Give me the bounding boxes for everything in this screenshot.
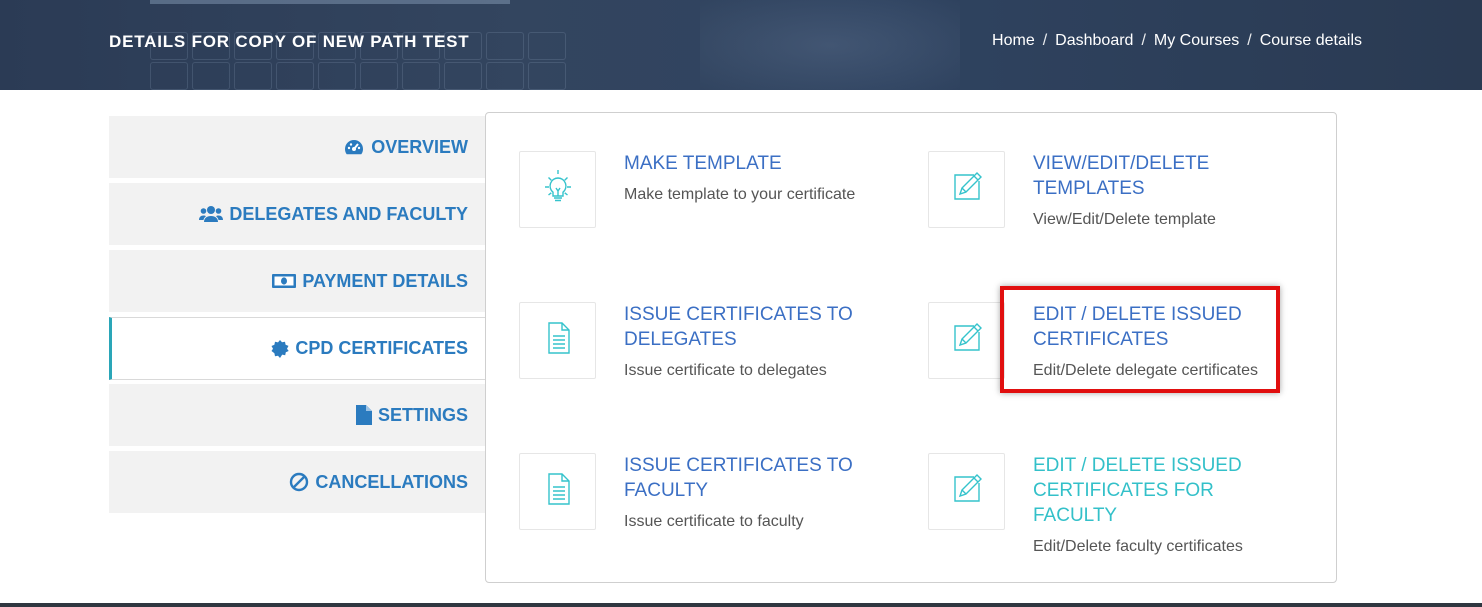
edit-pencil-icon — [947, 167, 987, 212]
tile-icon-box — [519, 302, 596, 379]
breadcrumb-separator: / — [1247, 32, 1252, 49]
page-title: DETAILS FOR COPY OF NEW PATH TEST — [109, 32, 470, 51]
breadcrumb-separator: / — [1141, 32, 1146, 49]
certificates-panel: MAKE TEMPLATE Make template to your cert… — [485, 112, 1337, 583]
sidebar-item-label: OVERVIEW — [371, 136, 468, 157]
tile-title[interactable]: MAKE TEMPLATE — [624, 151, 855, 176]
tile-description: View/Edit/Delete template — [1033, 211, 1216, 228]
tile-icon-box — [928, 302, 1005, 379]
money-bill-icon — [272, 273, 297, 289]
tile-title[interactable]: ISSUE CERTIFICATES TO DELEGATES — [624, 302, 874, 352]
sidebar-item-delegates-and-faculty[interactable]: DELEGATES AND FACULTY — [109, 183, 486, 245]
sidebar-item-label: CANCELLATIONS — [315, 471, 468, 492]
sidebar-item-label: PAYMENT DETAILS — [302, 270, 468, 291]
breadcrumb-course-details: Course details — [1259, 32, 1362, 49]
sidebar-item-label: DELEGATES AND FACULTY — [229, 203, 468, 224]
edit-delete-faculty-certificates-tile[interactable]: EDIT / DELETE ISSUED CERTIFICATES FOR FA… — [928, 453, 1293, 556]
course-sidebar-nav: OVERVIEW DELEGATES AND FACULTY PAYMENT D… — [109, 116, 486, 518]
file-icon — [355, 405, 372, 425]
tile-description: Edit/Delete delegate certificates — [1033, 362, 1259, 379]
breadcrumb-separator: / — [1042, 32, 1048, 49]
view-edit-delete-templates-tile[interactable]: VIEW/EDIT/DELETE TEMPLATES View/Edit/Del… — [928, 151, 1293, 229]
tile-description: Make template to your certificate — [624, 186, 856, 203]
sidebar-item-payment-details[interactable]: PAYMENT DETAILS — [109, 250, 486, 312]
sidebar-item-label: SETTINGS — [377, 404, 468, 425]
document-icon — [538, 469, 578, 514]
tile-description: Edit/Delete faculty certificates — [1033, 538, 1243, 555]
edit-pencil-icon — [947, 318, 987, 363]
edit-delete-issued-certificates-tile[interactable]: EDIT / DELETE ISSUED CERTIFICATES Edit/D… — [928, 302, 1273, 380]
sidebar-item-settings[interactable]: SETTINGS — [109, 384, 486, 446]
document-icon — [538, 318, 578, 363]
page-header-banner: DETAILS FOR COPY OF NEW PATH TEST Home /… — [0, 0, 1482, 90]
ban-icon — [289, 472, 309, 492]
sidebar-item-cpd-certificates[interactable]: CPD CERTIFICATES — [109, 317, 486, 380]
sidebar-item-cancellations[interactable]: CANCELLATIONS — [109, 451, 486, 513]
dashboard-gauge-icon — [343, 138, 365, 156]
edit-pencil-icon — [947, 469, 987, 514]
breadcrumb-home-link[interactable]: Home — [992, 32, 1035, 50]
lightbulb-icon — [538, 167, 578, 212]
breadcrumb-dashboard-link[interactable]: Dashboard — [1055, 32, 1133, 50]
header-glow — [700, 0, 960, 90]
tile-title[interactable]: VIEW/EDIT/DELETE TEMPLATES — [1033, 151, 1293, 201]
breadcrumb-my-courses-link[interactable]: My Courses — [1154, 32, 1239, 50]
tile-icon-box — [519, 151, 596, 228]
tile-description: Issue certificate to delegates — [624, 362, 827, 379]
tile-title[interactable]: ISSUE CERTIFICATES TO FACULTY — [624, 453, 874, 503]
issue-certificates-delegates-tile[interactable]: ISSUE CERTIFICATES TO DELEGATES Issue ce… — [519, 302, 874, 380]
issue-certificates-faculty-tile[interactable]: ISSUE CERTIFICATES TO FACULTY Issue cert… — [519, 453, 874, 531]
tile-title[interactable]: EDIT / DELETE ISSUED CERTIFICATES FOR FA… — [1033, 453, 1293, 528]
tile-title[interactable]: EDIT / DELETE ISSUED CERTIFICATES — [1033, 302, 1273, 352]
sidebar-item-label: CPD CERTIFICATES — [295, 338, 468, 358]
users-icon — [199, 205, 224, 223]
make-template-tile[interactable]: MAKE TEMPLATE Make template to your cert… — [519, 151, 855, 228]
sidebar-item-overview[interactable]: OVERVIEW — [109, 116, 486, 178]
breadcrumb: Home / Dashboard / My Courses / Course d… — [992, 32, 1362, 50]
tile-icon-box — [928, 453, 1005, 530]
tile-description: Issue certificate to faculty — [624, 513, 804, 530]
certificate-badge-icon — [271, 339, 290, 358]
tile-icon-box — [519, 453, 596, 530]
footer-divider — [0, 603, 1482, 607]
tile-icon-box — [928, 151, 1005, 228]
